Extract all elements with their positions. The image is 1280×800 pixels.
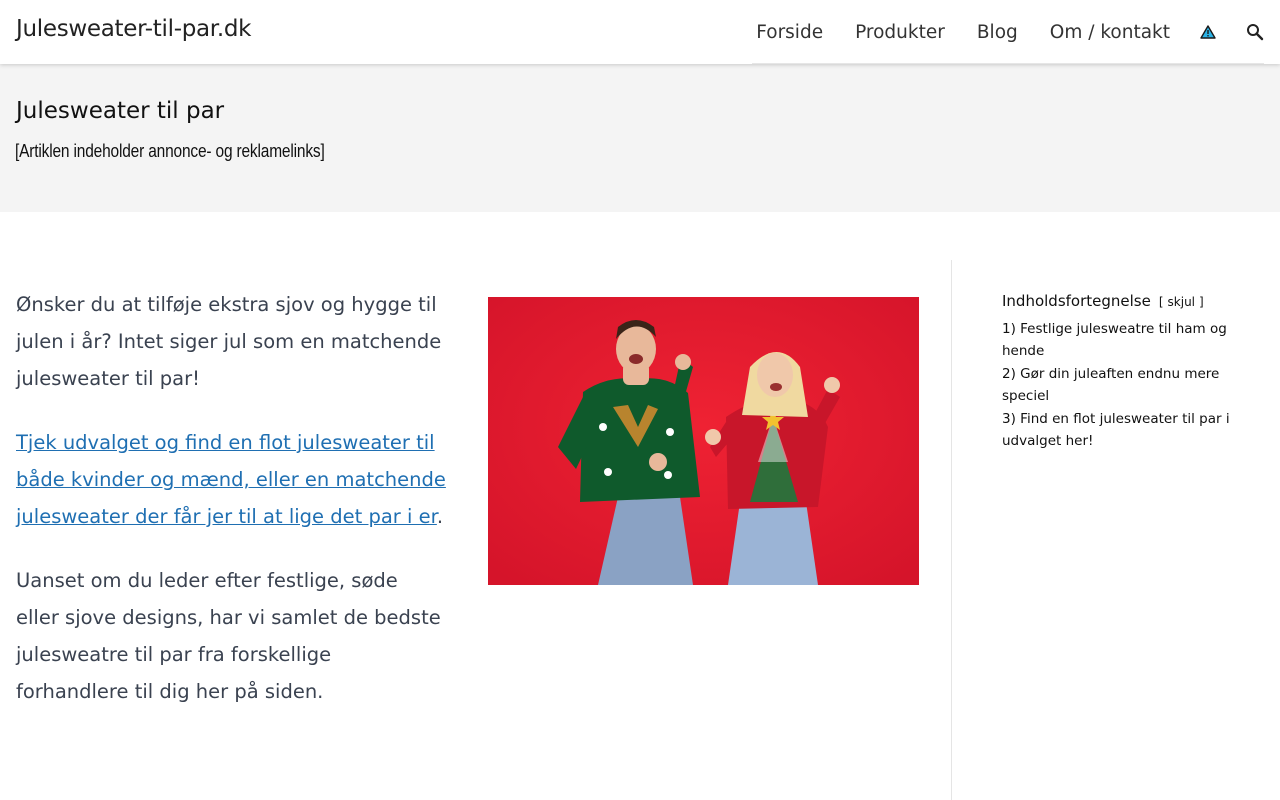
toc-list: 1) Festlige julesweatre til ham og hende… bbox=[1002, 318, 1232, 452]
nav-item-blog[interactable]: Blog bbox=[977, 22, 1018, 43]
toc-item: 1) Festlige julesweatre til ham og hende bbox=[1002, 318, 1232, 362]
toc-title: Indholdsfortegnelse bbox=[1002, 292, 1151, 310]
nav-underline bbox=[752, 63, 1264, 64]
toc-hide-link[interactable]: skjul bbox=[1168, 295, 1195, 309]
page-title: Julesweater til par bbox=[16, 98, 225, 124]
toc-item: 2) Gør din juleaften endnu mere speciel bbox=[1002, 363, 1232, 407]
link-suffix: . bbox=[436, 505, 444, 528]
search-icon[interactable] bbox=[1246, 23, 1264, 41]
product-selection-link[interactable]: Tjek udvalget og find en flot julesweate… bbox=[16, 431, 446, 528]
toc-header: Indholdsfortegnelse [ skjul] bbox=[1002, 292, 1232, 310]
toc-item-number: 3) bbox=[1002, 411, 1016, 427]
toc-item-number: 2) bbox=[1002, 366, 1016, 382]
table-of-contents: Indholdsfortegnelse [ skjul] 1) Festlige … bbox=[1002, 292, 1232, 453]
toc-toggle-open-bracket: [ bbox=[1158, 295, 1164, 309]
toc-toggle: [ skjul] bbox=[1159, 295, 1204, 309]
link-paragraph: Tjek udvalget og find en flot julesweate… bbox=[16, 424, 446, 535]
site-title-link[interactable]: Julesweater-til-par.dk bbox=[16, 16, 251, 42]
title-band: Julesweater til par [Artiklen indeholder… bbox=[0, 64, 1280, 212]
intro-paragraph: Ønsker du at tilføje ekstra sjov og hygg… bbox=[16, 293, 442, 390]
body-paragraph: Uanset om du leder efter festlige, søde … bbox=[16, 569, 441, 703]
toc-item-label: Festlige julesweatre til ham og hende bbox=[1002, 321, 1227, 359]
toc-link-1[interactable]: 1) Festlige julesweatre til ham og hende bbox=[1002, 321, 1227, 359]
site-header: Julesweater-til-par.dk Forside Produkter… bbox=[0, 0, 1280, 64]
toc-toggle-close-bracket: ] bbox=[1199, 295, 1204, 309]
warning-triangle-icon[interactable] bbox=[1200, 25, 1216, 39]
toc-item-label: Gør din juleaften endnu mere speciel bbox=[1002, 366, 1220, 404]
nav-item-om-kontakt[interactable]: Om / kontakt bbox=[1050, 22, 1170, 43]
toc-link-3[interactable]: 3) Find en flot julesweater til par i ud… bbox=[1002, 411, 1230, 449]
toc-link-2[interactable]: 2) Gør din juleaften endnu mere speciel bbox=[1002, 366, 1219, 404]
ad-disclaimer: [Artiklen indeholder annonce- og reklame… bbox=[15, 141, 325, 161]
toc-item-label: Find en flot julesweater til par i udval… bbox=[1002, 411, 1230, 449]
toc-item: 3) Find en flot julesweater til par i ud… bbox=[1002, 408, 1232, 452]
couple-sweater-image bbox=[488, 297, 919, 585]
toc-item-number: 1) bbox=[1002, 321, 1016, 337]
article-content: Ønsker du at tilføje ekstra sjov og hygg… bbox=[16, 286, 446, 737]
nav-item-forside[interactable]: Forside bbox=[756, 22, 823, 43]
nav-item-produkter[interactable]: Produkter bbox=[855, 22, 945, 43]
sidebar-divider bbox=[951, 260, 952, 800]
main-nav: Forside Produkter Blog Om / kontakt bbox=[756, 0, 1264, 64]
